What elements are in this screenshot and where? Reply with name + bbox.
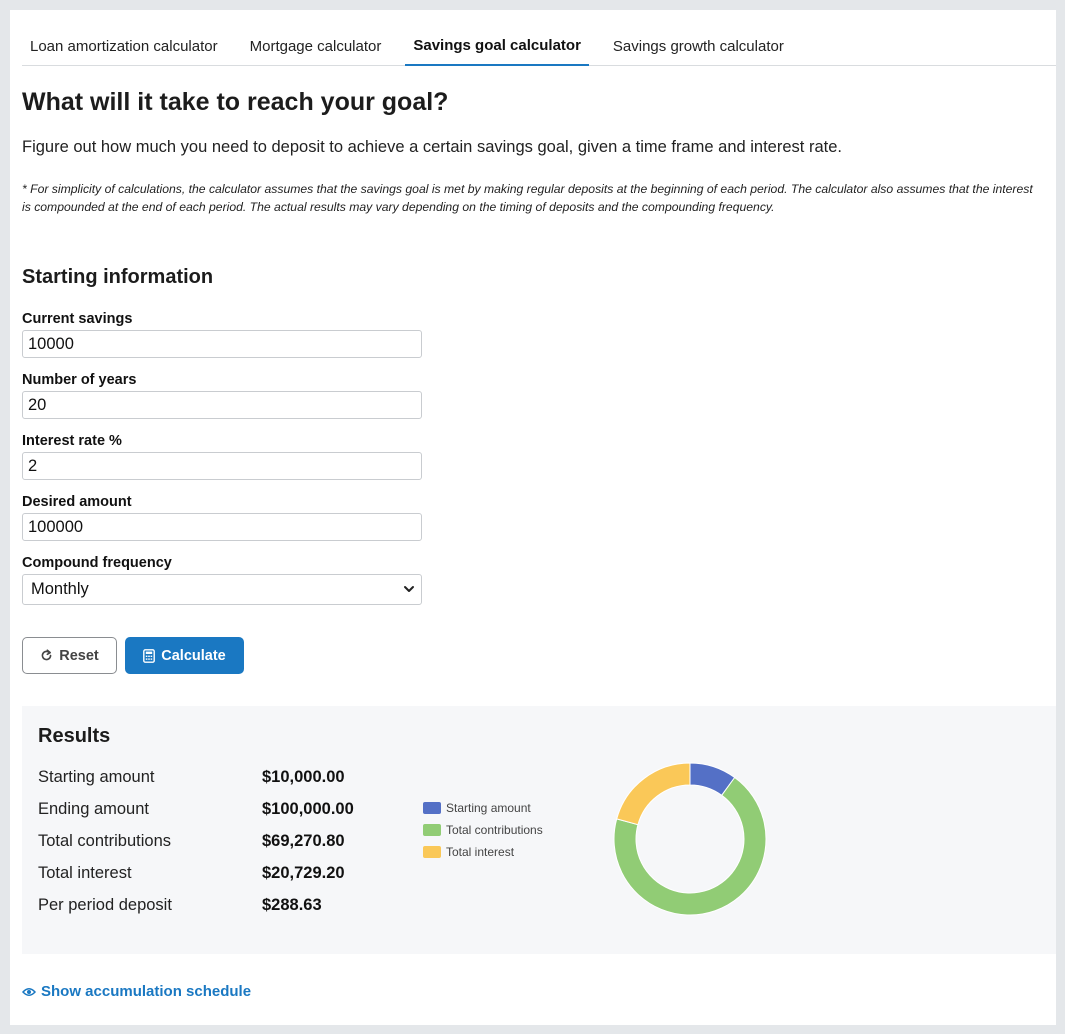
desired-amount-label: Desired amount <box>22 494 132 510</box>
legend-label: Total contributions <box>446 823 543 837</box>
compound-frequency-value: Monthly <box>31 580 89 598</box>
legend-label: Starting amount <box>446 801 531 815</box>
legend-swatch <box>423 824 441 836</box>
legend-label: Total interest <box>446 845 515 859</box>
interest-rate-label: Interest rate % <box>22 433 122 449</box>
intro-text: Figure out how much you need to deposit … <box>22 138 842 156</box>
calculate-button[interactable]: Calculate <box>125 637 244 674</box>
tab-mortgage[interactable]: Mortgage calculator <box>242 9 390 65</box>
legend-swatch <box>423 846 441 858</box>
reset-icon <box>41 649 52 661</box>
calculator-panel: Loan amortization calculator Mortgage ca… <box>10 10 1056 1025</box>
compound-frequency-select[interactable]: Monthly <box>22 574 422 605</box>
legend-item-contributions[interactable]: Total contributions <box>423 823 543 837</box>
result-value: $100,000.00 <box>262 800 354 818</box>
years-input[interactable] <box>22 391 422 419</box>
result-label: Total interest <box>38 864 132 882</box>
result-row-interest: Total interest $20,729.20 <box>38 864 378 886</box>
result-row-contributions: Total contributions $69,270.80 <box>38 832 378 854</box>
reset-button-label: Reset <box>59 647 99 664</box>
donut-chart <box>613 762 767 916</box>
show-schedule-link[interactable]: Show accumulation schedule <box>22 983 251 1000</box>
results-panel: Results Starting amount $10,000.00 Endin… <box>22 706 1056 954</box>
current-savings-input[interactable] <box>22 330 422 358</box>
result-label: Starting amount <box>38 768 155 786</box>
tab-savings-goal[interactable]: Savings goal calculator <box>405 10 589 66</box>
legend-swatch <box>423 802 441 814</box>
result-value: $69,270.80 <box>262 832 345 850</box>
tab-savings-growth[interactable]: Savings growth calculator <box>605 9 792 65</box>
interest-rate-input[interactable] <box>22 452 422 480</box>
result-value: $288.63 <box>262 896 322 914</box>
calculator-icon <box>143 648 156 663</box>
result-row-deposit: Per period deposit $288.63 <box>38 896 378 918</box>
starting-info-heading: Starting information <box>22 266 214 288</box>
reset-button[interactable]: Reset <box>22 637 117 674</box>
eye-icon <box>22 987 36 996</box>
current-savings-label: Current savings <box>22 311 133 327</box>
show-schedule-label: Show accumulation schedule <box>41 983 252 1000</box>
disclaimer-note: * For simplicity of calculations, the ca… <box>22 182 1033 214</box>
page-title: What will it take to reach your goal? <box>22 88 449 116</box>
years-label: Number of years <box>22 372 137 388</box>
results-heading: Results <box>38 725 111 747</box>
tab-loan-amortization[interactable]: Loan amortization calculator <box>22 9 226 65</box>
result-value: $10,000.00 <box>262 768 345 786</box>
compound-frequency-label: Compound frequency <box>22 555 172 571</box>
result-label: Per period deposit <box>38 896 172 914</box>
legend-item-starting[interactable]: Starting amount <box>423 801 531 815</box>
calculator-tabs: Loan amortization calculator Mortgage ca… <box>22 10 1056 66</box>
result-label: Ending amount <box>38 800 149 818</box>
desired-amount-input[interactable] <box>22 513 422 541</box>
donut-slice-total-interest[interactable] <box>616 762 691 826</box>
result-value: $20,729.20 <box>262 864 345 882</box>
result-row-starting: Starting amount $10,000.00 <box>38 768 378 790</box>
calculate-button-label: Calculate <box>161 647 226 664</box>
legend-item-interest[interactable]: Total interest <box>423 845 514 859</box>
chevron-down-icon <box>404 586 414 592</box>
result-row-ending: Ending amount $100,000.00 <box>38 800 378 822</box>
result-label: Total contributions <box>38 832 171 850</box>
